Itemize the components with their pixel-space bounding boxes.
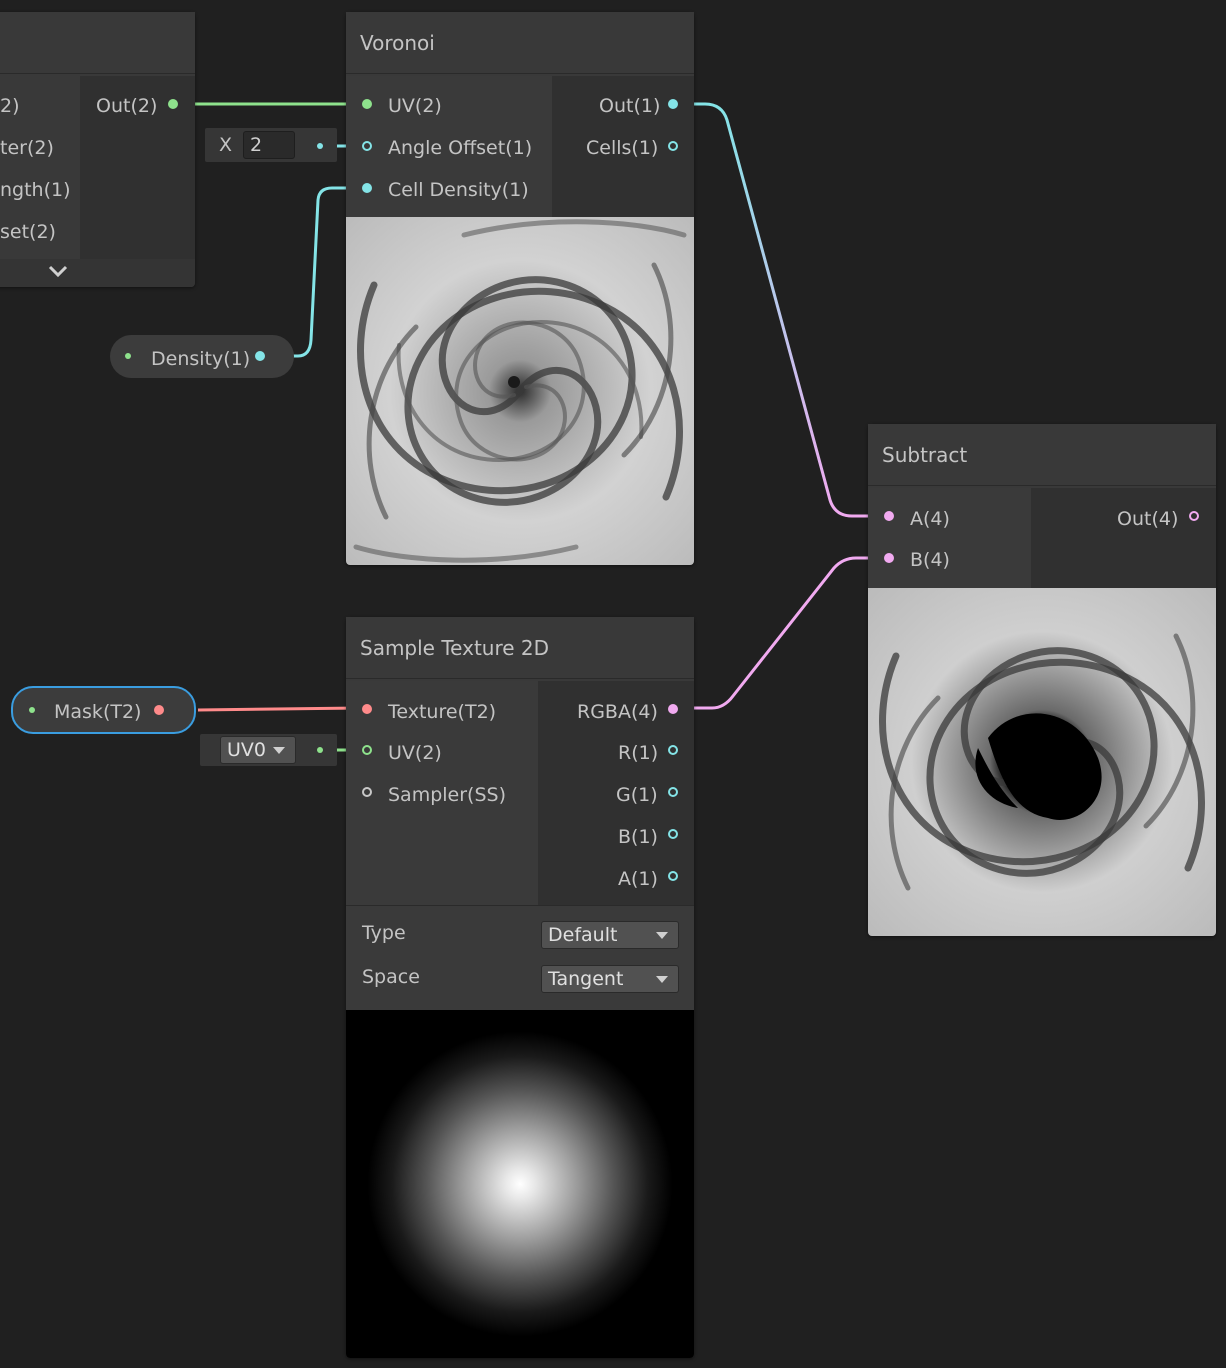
wire-rgba-to-subtract	[680, 556, 884, 710]
mask-dot	[29, 707, 35, 713]
voronoi-out-label: Out(1)	[599, 95, 661, 117]
rgba-output-label: RGBA(4)	[577, 701, 658, 723]
subtract-a-port[interactable]	[884, 511, 894, 521]
b-output-label: B(1)	[618, 826, 658, 848]
subtract-b-port[interactable]	[884, 553, 894, 563]
type-value: Default	[548, 924, 618, 946]
texture-input-label: Texture(T2)	[388, 701, 497, 723]
wire-mask	[197, 706, 361, 712]
density-label: Density(1)	[151, 348, 251, 370]
uv-channel-dropdown[interactable]: UV0	[220, 736, 296, 764]
uv-input-port[interactable]	[362, 745, 372, 755]
rgba-output-port[interactable]	[668, 704, 678, 714]
left-output-label: Out(2)	[96, 95, 158, 117]
left-input-2: ter(2)	[0, 137, 54, 159]
type-label: Type	[362, 922, 406, 944]
subtract-b-label: B(4)	[910, 549, 950, 571]
chevron-down-icon[interactable]	[48, 264, 68, 278]
left-input-3: ngth(1)	[0, 179, 71, 201]
subtract-preview	[868, 588, 1216, 936]
left-input-4: set(2)	[0, 221, 56, 243]
voronoi-title: Voronoi	[346, 12, 694, 74]
subtract-node[interactable]	[868, 424, 1216, 936]
uv-dropdown-caret-icon	[273, 747, 285, 754]
voronoi-cells-label: Cells(1)	[586, 137, 659, 159]
voronoi-uv-label: UV(2)	[388, 95, 442, 117]
subtract-out-port[interactable]	[1189, 511, 1199, 521]
space-dropdown-caret-icon	[656, 976, 668, 983]
sample-texture-preview	[346, 1010, 694, 1358]
voronoi-cells-port[interactable]	[668, 141, 678, 151]
mask-label: Mask(T2)	[54, 701, 142, 723]
angle-offset-axis: X	[219, 134, 233, 156]
g-output-label: G(1)	[616, 784, 658, 806]
g-output-port[interactable]	[668, 787, 678, 797]
texture-input-port[interactable]	[362, 704, 372, 714]
density-out-port[interactable]	[255, 351, 265, 361]
wire-voronoi-to-subtract	[680, 102, 884, 518]
density-dot	[125, 353, 131, 359]
a-output-label: A(1)	[618, 868, 658, 890]
b-output-port[interactable]	[668, 829, 678, 839]
subtract-a-label: A(4)	[910, 508, 950, 530]
angle-offset-inline-dot	[317, 143, 323, 149]
voronoi-preview	[346, 217, 694, 565]
uv-channel-value: UV0	[227, 739, 266, 761]
voronoi-cell-density-port[interactable]	[362, 183, 372, 193]
uv-inline-dot	[317, 747, 323, 753]
type-dropdown-caret-icon	[656, 932, 668, 939]
sample-texture-title: Sample Texture 2D	[346, 617, 694, 679]
voronoi-uv-port[interactable]	[362, 99, 372, 109]
type-dropdown[interactable]: Default	[541, 921, 679, 949]
space-value: Tangent	[548, 968, 624, 990]
uv-input-label: UV(2)	[388, 742, 442, 764]
voronoi-angle-offset-port[interactable]	[362, 141, 372, 151]
mask-out-port[interactable]	[154, 705, 164, 715]
angle-offset-field[interactable]: 2	[243, 131, 295, 159]
sampler-input-port[interactable]	[362, 787, 372, 797]
space-label: Space	[362, 966, 420, 988]
voronoi-out-port[interactable]	[668, 99, 678, 109]
subtract-outputs	[1031, 488, 1216, 588]
voronoi-cell-density-label: Cell Density(1)	[388, 179, 529, 201]
subtract-title: Subtract	[868, 424, 1216, 486]
subtract-out-label: Out(4)	[1117, 508, 1179, 530]
subtract-inputs	[868, 488, 1031, 588]
space-dropdown[interactable]: Tangent	[541, 965, 679, 993]
voronoi-angle-offset-label: Angle Offset(1)	[388, 137, 533, 159]
sampler-input-label: Sampler(SS)	[388, 784, 506, 806]
left-output-port[interactable]	[168, 99, 178, 109]
r-output-port[interactable]	[668, 745, 678, 755]
left-input-1: 2)	[0, 95, 20, 117]
left-node-header	[0, 12, 195, 74]
r-output-label: R(1)	[618, 742, 659, 764]
left-node-footer[interactable]	[0, 259, 195, 287]
a-output-port[interactable]	[668, 871, 678, 881]
